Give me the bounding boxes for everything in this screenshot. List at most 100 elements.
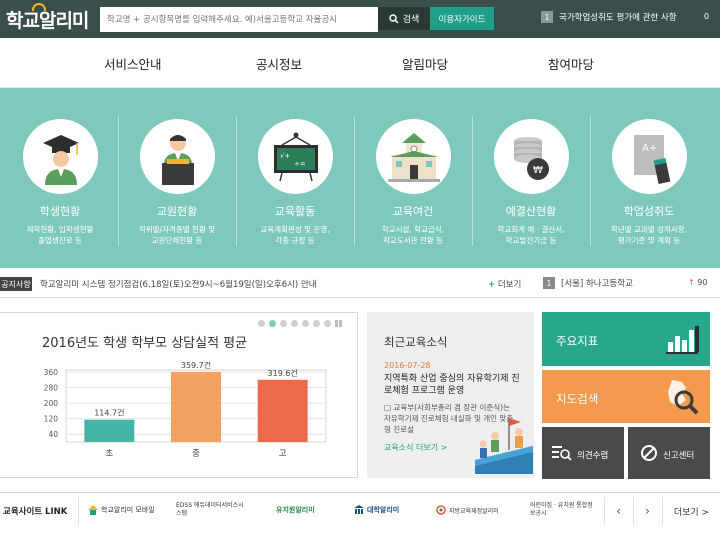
link-school-alimi-mobile[interactable]: 학교알리미 모바일 [88, 501, 155, 519]
key-indicators-tile[interactable]: 주요지표 [542, 312, 710, 366]
prohibit-icon [641, 445, 657, 461]
x-category-label: 고 [279, 449, 287, 459]
house-icon [88, 505, 98, 515]
map-magnifier-icon [668, 380, 699, 415]
link-university-alimi[interactable]: 대학알리미 [354, 501, 399, 519]
footer-title: 교육사이트 LINK [3, 507, 68, 517]
chart-title: 2016년도 학생 학부모 상담실적 평균 [42, 336, 248, 351]
bar-1 [171, 372, 221, 442]
news-more-link[interactable]: 교육소식 더보기 > [384, 442, 447, 453]
news-date: 2016-07-28 [384, 361, 431, 370]
news-panel: 최근교육소식 2016-07-28 지역특화 산업 중심의 자유학기제 진로체험… [367, 312, 534, 478]
divider [472, 116, 473, 246]
svg-text:÷=: ÷= [294, 160, 306, 168]
nav-notice-board[interactable]: 알림마당 [402, 54, 448, 73]
footer-links: 교육사이트 LINK 학교알리미 모바일 EDSS 에듀데이터서비스시스템 유치… [0, 492, 720, 534]
notice-number-badge: 1 [541, 11, 553, 23]
divider [118, 116, 119, 246]
sun-icon [32, 3, 46, 11]
school-building-icon [375, 119, 451, 194]
y-tick-label: 360 [44, 368, 59, 377]
map-search-tile[interactable]: 지도검색 [542, 370, 710, 423]
flower-icon [436, 505, 446, 515]
pause-icon[interactable] [335, 320, 342, 327]
svg-text:₩: ₩ [533, 165, 543, 176]
y-tick-label: 120 [44, 415, 59, 424]
arrow-up-icon: ↑ [688, 278, 695, 287]
building-icon [354, 505, 364, 514]
footer-next-button[interactable]: › [633, 497, 661, 525]
notice-tag: 공지사항 [0, 277, 32, 291]
bar-value-label: 114.7건 [94, 408, 124, 418]
svg-text:A+: A+ [642, 143, 657, 154]
bar-0 [84, 419, 135, 442]
carousel-dot-active[interactable] [269, 320, 276, 327]
notice-ticker: 공지사항 학교알리미 시스템 정기점검(6.18일(토)오전9시~6월19일(일… [0, 270, 720, 298]
y-tick-label: 280 [44, 384, 59, 393]
link-edss[interactable]: EDSS 에듀데이터서비스시스템 [176, 501, 244, 519]
search-button[interactable]: 검색 [378, 7, 430, 30]
x-category-label: 초 [105, 449, 113, 459]
search-input[interactable] [100, 8, 378, 32]
bar-2 [257, 379, 308, 442]
divider [78, 497, 79, 525]
category-budget[interactable]: ₩ 예결산현황 학교회계 예 · 결산서, 학교발전기금 등 [474, 119, 588, 246]
bar-chart: 40 120 200 280 360 114.7건초 359.7건중 319.6건고 [44, 360, 327, 459]
nav-disclosure[interactable]: 공시정보 [256, 54, 302, 73]
teacher-icon [139, 119, 215, 194]
notice-more-link[interactable]: + 더보기 [488, 278, 521, 290]
main-nav: 서비스안내 공시정보 알림마당 참여마당 [0, 38, 720, 88]
bar-chart-icon [666, 326, 699, 354]
carousel-dot[interactable] [291, 320, 298, 327]
list-search-icon [552, 446, 572, 461]
carousel-dot[interactable] [280, 320, 287, 327]
bar-value-label: 359.7건 [181, 360, 211, 370]
svg-text:√+: √+ [280, 152, 290, 160]
opinion-tile[interactable]: 의견수렴 [542, 427, 624, 479]
rank-badge: 1 [543, 277, 555, 289]
carousel-dots [258, 320, 342, 327]
footer-prev-button[interactable]: ‹ [604, 497, 632, 525]
link-kindergarten-alimi[interactable]: 유치원알리미 [276, 501, 315, 519]
y-tick-label: 200 [44, 399, 59, 408]
category-hero: 학생현황 재학현황, 입학생현황 졸업생진로 등 교원현황 직위별/자격종별 현황… [0, 88, 720, 268]
top-bar: 학교알리미 검색 이용자가이드 1 국가학업성취도 평가에 관한 사항 0 [0, 0, 720, 38]
popular-school[interactable]: 1 [서울] 하나고등학교 [543, 277, 633, 289]
graduate-icon [22, 119, 98, 194]
bar-value-label: 319.6건 [268, 368, 298, 378]
students-flag-illustration [475, 418, 533, 474]
category-achievement[interactable]: A+ 학업성취도 학년별 교과별 성적사항, 평가기준 및 계획 등 [592, 119, 706, 246]
top-notice[interactable]: 1 국가학업성취도 평가에 관한 사항 [541, 11, 677, 23]
divider [236, 116, 237, 246]
nav-service-info[interactable]: 서비스안내 [104, 54, 162, 73]
report-center-tile[interactable]: 신고센터 [628, 427, 710, 479]
grade-report-icon: A+ [611, 119, 687, 194]
carousel-dot[interactable] [302, 320, 309, 327]
coins-icon: ₩ [493, 119, 569, 194]
notice-count: 0 [704, 12, 710, 21]
divider [590, 116, 591, 246]
carousel-dot[interactable] [324, 320, 331, 327]
search-icon [388, 13, 399, 24]
divider [354, 116, 355, 246]
news-headline[interactable]: 지역특화 산업 중심의 자유학기제 진로체험 프로그램 운영 [384, 373, 524, 397]
search-box[interactable] [100, 7, 378, 32]
notice-text: 국가학업성취도 평가에 관한 사항 [559, 13, 677, 23]
rank-change: ↑ 90 [688, 278, 708, 287]
footer-more-button[interactable]: 더보기 > [662, 497, 720, 525]
user-guide-button[interactable]: 이용자가이드 [430, 7, 494, 30]
news-section-title: 최근교육소식 [384, 335, 448, 349]
nav-participation[interactable]: 참여마당 [548, 54, 594, 73]
category-education-conditions[interactable]: 교육여건 학교시설, 학교급식, 학교도서관 현황 등 [356, 119, 470, 246]
category-students[interactable]: 학생현황 재학현황, 입학생현황 졸업생진로 등 [3, 119, 117, 246]
notice-headline[interactable]: 학교알리미 시스템 정기점검(6.18일(토)오전9시~6월19일(일)오후6시… [40, 278, 317, 290]
x-category-label: 중 [192, 449, 200, 459]
y-tick-label: 40 [48, 430, 58, 439]
site-logo[interactable]: 학교알리미 [6, 3, 89, 34]
carousel-dot[interactable] [258, 320, 265, 327]
link-childcare-integrated-info[interactable]: 어린이집 · 유치원 통합정보공시 [530, 501, 598, 519]
category-education-activity[interactable]: √+ ÷= 교육활동 교육계획편성 및 운영, 각종 규정 등 [238, 119, 352, 246]
category-teachers[interactable]: 교원현황 직위별/자격종별 현황 및 교원단체현황 등 [120, 119, 234, 246]
link-local-education-finance[interactable]: 지방교육재정알리미 [436, 501, 499, 519]
carousel-dot[interactable] [313, 320, 320, 327]
